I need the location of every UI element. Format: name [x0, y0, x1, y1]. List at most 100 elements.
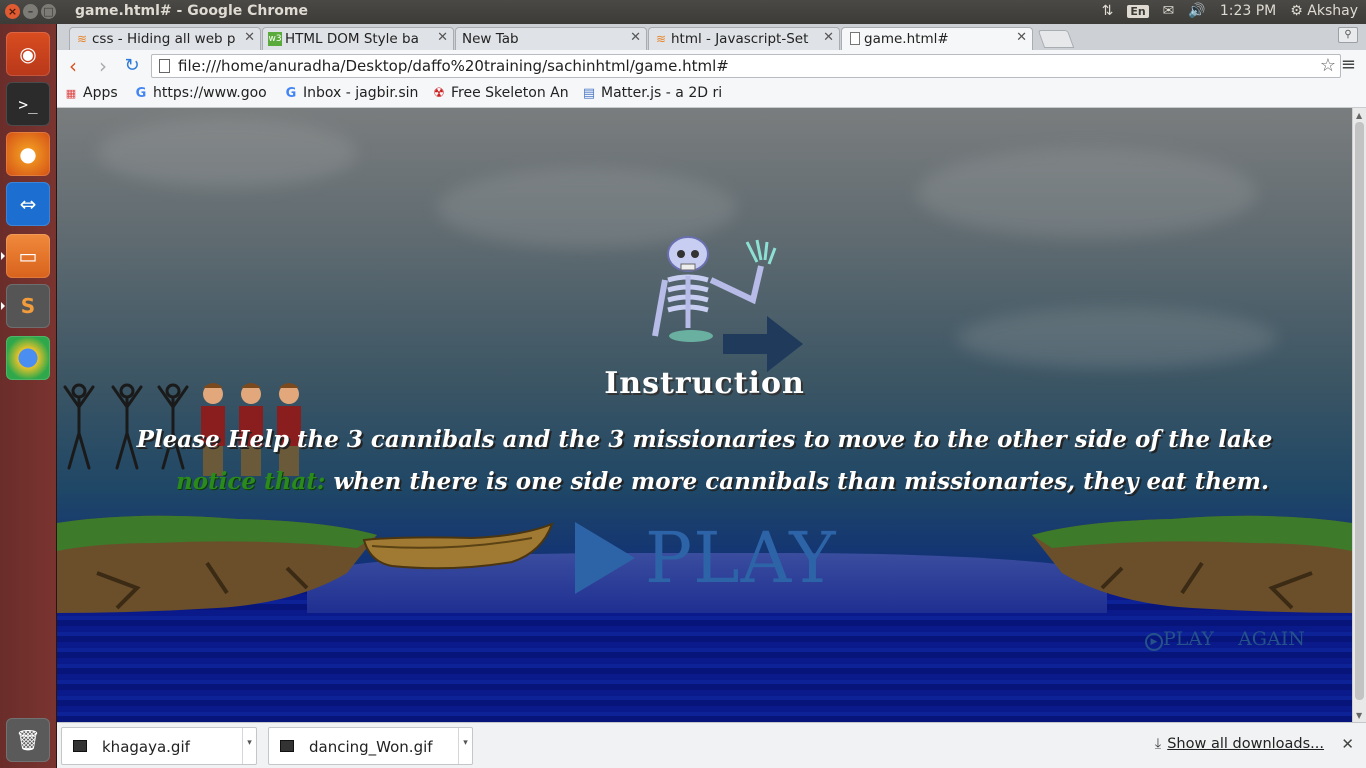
bookmark-label: Free Skeleton An — [451, 85, 569, 101]
bookmark-matterjs[interactable]: ▤ Matter.js - a 2D ri — [581, 85, 721, 101]
instruction-line-2: notice that: when there is one side more… — [75, 468, 1352, 495]
stackoverflow-icon: ≋ — [76, 32, 88, 46]
system-indicators: ⇅ En ✉ 🔊 1:23 PM ⚙ Akshay — [1102, 3, 1358, 19]
new-tab-button[interactable] — [1037, 30, 1075, 48]
window-title-bar: × – □ game.html# - Google Chrome ⇅ En ✉ … — [0, 0, 1366, 24]
google-icon: G — [135, 86, 147, 101]
download-item-dancing-won[interactable]: dancing_Won.gif ▾ — [268, 727, 473, 765]
download-item-khagaya[interactable]: khagaya.gif ▾ — [61, 727, 257, 765]
notice-label: notice that: — [175, 468, 326, 495]
apps-grid-icon: ▦ — [65, 87, 77, 100]
right-riverbank — [1032, 515, 1352, 613]
page-icon — [159, 59, 170, 73]
bookmark-label: https://www.goo — [153, 85, 267, 101]
close-window-button[interactable]: × — [5, 4, 20, 19]
tab-strip: ≋ css - Hiding all web p ✕ w3 HTML DOM S… — [57, 24, 1366, 50]
tab-label: New Tab — [462, 31, 519, 47]
tab-new-tab[interactable]: New Tab ✕ — [455, 27, 647, 50]
chrome-menu-icon[interactable]: ≡ — [1341, 54, 1356, 75]
window-controls: × – □ — [5, 4, 56, 19]
profile-icon[interactable]: ⚲ — [1338, 27, 1358, 43]
play-again-button[interactable]: ▶ PLAY AGAIN — [1145, 628, 1305, 651]
play-icon — [575, 522, 635, 594]
scrollbar-thumb[interactable] — [1355, 122, 1364, 700]
close-tab-icon[interactable]: ✕ — [244, 30, 255, 45]
network-icon[interactable]: ⇅ — [1102, 3, 1114, 19]
w3schools-icon: w3 — [268, 32, 282, 46]
instruction-title: Instruction — [604, 366, 805, 401]
matterjs-icon: ▤ — [582, 86, 596, 101]
play-again-label-1: PLAY — [1163, 628, 1214, 650]
user-name: Akshay — [1307, 3, 1358, 19]
left-riverbank — [57, 515, 377, 613]
running-indicator — [1, 252, 5, 260]
play-button[interactable]: PLAY — [575, 517, 837, 599]
instruction-line-2-text: when there is one side more cannibals th… — [333, 468, 1270, 495]
keyboard-language[interactable]: En — [1127, 4, 1149, 18]
image-file-icon — [73, 740, 87, 752]
vertical-scrollbar[interactable]: ▲ ▼ — [1352, 108, 1366, 722]
boat[interactable] — [362, 522, 554, 572]
close-shelf-icon[interactable]: ✕ — [1341, 735, 1354, 753]
scroll-down-icon[interactable]: ▼ — [1356, 711, 1362, 720]
volume-icon[interactable]: 🔊 — [1188, 3, 1205, 19]
user-menu[interactable]: ⚙ Akshay — [1290, 3, 1358, 19]
gear-icon: ⚙ — [1290, 3, 1303, 19]
play-again-label-2: AGAIN — [1238, 628, 1305, 650]
page-icon — [850, 32, 860, 45]
address-bar[interactable]: file:///home/anuradha/Desktop/daffo%20tr… — [151, 54, 1341, 78]
launcher-sidebar: ◉ >_ ● ⇔ ▭ S 🗑 — [0, 24, 57, 768]
teamviewer-icon[interactable]: ⇔ — [6, 182, 50, 226]
window-title: game.html# - Google Chrome — [75, 3, 308, 19]
sublime-text-icon[interactable]: S — [6, 284, 50, 328]
skull-icon: ☢ — [433, 86, 445, 101]
bookmark-google[interactable]: Ghttps://www.goo — [133, 85, 269, 101]
firefox-icon[interactable]: ● — [6, 132, 50, 176]
play-circle-icon: ▶ — [1145, 633, 1163, 651]
bookmark-apps[interactable]: ▦ Apps — [63, 85, 125, 101]
cloud — [917, 148, 1257, 238]
tab-label: css - Hiding all web p — [92, 31, 236, 47]
downloads-shelf: khagaya.gif ▾ dancing_Won.gif ▾ ⤓ Show al… — [57, 722, 1366, 768]
chrome-icon[interactable] — [6, 336, 50, 380]
tab-html-javascript[interactable]: ≋ html - Javascript-Set ✕ — [648, 27, 840, 50]
image-file-icon — [280, 740, 294, 752]
tab-css-hiding[interactable]: ≋ css - Hiding all web p ✕ — [69, 27, 261, 50]
bookmark-label: Matter.js - a 2D ri — [601, 85, 721, 101]
close-tab-icon[interactable]: ✕ — [823, 30, 834, 45]
terminal-icon[interactable]: >_ — [6, 82, 50, 126]
reload-icon[interactable]: ↻ — [120, 54, 144, 78]
stackoverflow-icon: ≋ — [655, 32, 667, 46]
tab-game-html[interactable]: game.html# ✕ — [841, 27, 1033, 50]
show-all-downloads-link[interactable]: ⤓ Show all downloads... — [1155, 736, 1324, 752]
close-tab-icon[interactable]: ✕ — [1016, 30, 1027, 45]
files-icon[interactable]: ▭ — [6, 234, 50, 278]
tab-label: html - Javascript-Set — [671, 31, 809, 47]
show-all-label: Show all downloads... — [1167, 736, 1324, 752]
forward-arrow-icon[interactable]: › — [91, 54, 115, 78]
bookmark-free-skeleton[interactable]: ☢ Free Skeleton An — [431, 85, 571, 101]
google-icon: G — [285, 86, 297, 101]
bookmark-label: Apps — [83, 85, 118, 101]
close-tab-icon[interactable]: ✕ — [437, 30, 448, 45]
tab-html-dom-style[interactable]: w3 HTML DOM Style ba ✕ — [262, 27, 454, 50]
scroll-up-icon[interactable]: ▲ — [1356, 111, 1362, 120]
back-arrow-icon[interactable]: ‹ — [61, 54, 85, 78]
mail-icon[interactable]: ✉ — [1163, 3, 1175, 19]
waving-skeleton — [652, 236, 777, 342]
game-canvas[interactable]: Instruction Please Help the 3 cannibals … — [57, 108, 1352, 722]
maximize-window-button[interactable]: □ — [41, 4, 56, 19]
trash-icon[interactable]: 🗑 — [6, 718, 50, 762]
chevron-down-icon[interactable]: ▾ — [242, 728, 256, 764]
minimize-window-button[interactable]: – — [23, 4, 38, 19]
bookmark-inbox[interactable]: G Inbox - jagbir.sin — [283, 85, 419, 101]
running-indicator — [1, 302, 5, 310]
close-tab-icon[interactable]: ✕ — [630, 30, 641, 45]
browser-toolbar: ‹ › ↻ file:///home/anuradha/Desktop/daff… — [57, 50, 1366, 82]
bookmarks-bar: ▦ Apps Ghttps://www.goo G Inbox - jagbir.s… — [57, 82, 1366, 108]
bookmark-star-icon[interactable]: ☆ — [1320, 55, 1336, 76]
chevron-down-icon[interactable]: ▾ — [458, 728, 472, 764]
ubuntu-dash-icon[interactable]: ◉ — [6, 32, 50, 76]
url-text: file:///home/anuradha/Desktop/daffo%20tr… — [178, 57, 729, 75]
clock[interactable]: 1:23 PM — [1220, 3, 1276, 19]
